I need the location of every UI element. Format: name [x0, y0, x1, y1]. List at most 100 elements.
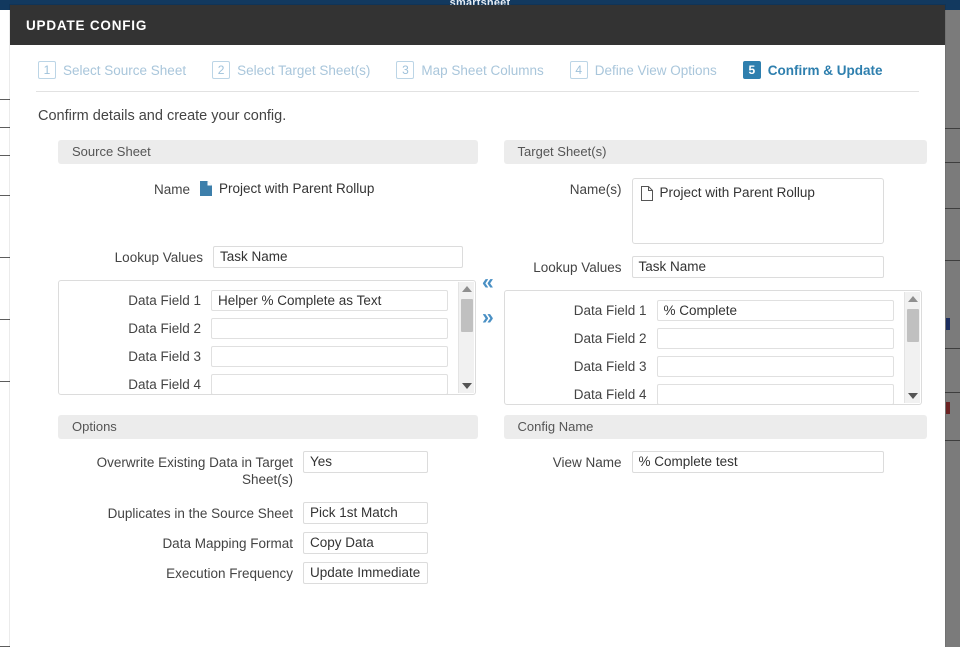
- source-data-field-1-label: Data Field 1: [128, 293, 201, 308]
- background-grid-line: [945, 348, 960, 349]
- source-name-label: Name: [153, 182, 190, 197]
- step-define-view-options[interactable]: 4 Define View Options: [569, 61, 717, 79]
- source-name-row: Name Project with Parent Rollup: [58, 178, 478, 198]
- step-label: Map Sheet Columns: [421, 62, 544, 78]
- step-select-source-sheet[interactable]: 1 Select Source Sheet: [38, 61, 186, 79]
- config-name-heading: Config Name: [503, 415, 927, 439]
- source-data-field-row: Data Field 2: [59, 311, 475, 339]
- target-data-field-row: Data Field 3: [505, 349, 921, 377]
- scroll-up-arrow-icon[interactable]: [459, 282, 475, 296]
- target-data-field-row: Data Field 1 % Complete: [505, 291, 921, 321]
- step-number: 3: [396, 61, 415, 79]
- option-row-mapping-format: Data Mapping Format Copy Data: [58, 532, 478, 554]
- source-lookup-input[interactable]: Task Name: [213, 246, 463, 268]
- target-sheet-heading: Target Sheet(s): [503, 140, 927, 164]
- option-mapping-format-input[interactable]: Copy Data: [303, 532, 428, 554]
- target-name-value: Project with Parent Rollup: [659, 185, 815, 200]
- target-data-field-4-input[interactable]: [656, 384, 894, 404]
- background-grid-line: [945, 260, 960, 261]
- step-number: 4: [569, 61, 588, 79]
- step-label: Select Source Sheet: [63, 62, 187, 78]
- lower-columns: Options Overwrite Existing Data in Targe…: [28, 405, 927, 584]
- target-name-label: Name(s): [569, 182, 622, 197]
- source-data-fields-panel: Data Field 1 Helper % Complete as Text D…: [58, 280, 476, 395]
- options-heading: Options: [58, 415, 478, 439]
- scrollbar-thumb[interactable]: [461, 299, 473, 332]
- target-data-field-row: Data Field 2: [505, 321, 921, 349]
- option-row-execution-frequency: Execution Frequency Update Immediate: [58, 562, 478, 584]
- chevron-double-right-icon[interactable]: »: [482, 307, 494, 328]
- option-execution-frequency-label: Execution Frequency: [166, 566, 293, 581]
- target-data-field-2-input[interactable]: [656, 328, 894, 349]
- config-name-column: Config Name View Name % Complete test: [478, 415, 927, 584]
- step-number: 2: [212, 61, 231, 79]
- wizard-stepper: 1 Select Source Sheet 2 Select Target Sh…: [28, 45, 927, 91]
- target-lookup-input[interactable]: Task Name: [631, 256, 884, 278]
- target-data-field-row: Data Field 4: [505, 377, 921, 404]
- step-map-sheet-columns[interactable]: 3 Map Sheet Columns: [396, 61, 544, 79]
- update-config-modal: UPDATE CONFIG 1 Select Source Sheet 2 Se…: [10, 5, 945, 647]
- target-name-row: Name(s) Project with Parent Rollup: [504, 178, 927, 244]
- source-data-field-2-label: Data Field 2: [128, 321, 201, 336]
- target-data-field-1-label: Data Field 1: [573, 303, 647, 318]
- option-mapping-format-label: Data Mapping Format: [162, 536, 293, 551]
- target-data-field-3-input[interactable]: [656, 356, 894, 377]
- scrollbar-thumb[interactable]: [906, 309, 919, 342]
- background-grid-line: [945, 128, 960, 129]
- option-overwrite-input[interactable]: Yes: [303, 451, 428, 473]
- modal-title: UPDATE CONFIG: [26, 17, 148, 33]
- source-data-field-1-input[interactable]: Helper % Complete as Text: [211, 290, 448, 311]
- modal-header: UPDATE CONFIG: [10, 5, 945, 45]
- background-grid-line: [945, 208, 960, 209]
- target-data-fields-panel: Data Field 1 % Complete Data Field 2 Dat…: [503, 290, 922, 405]
- step-number: 1: [38, 61, 56, 79]
- step-label: Confirm & Update: [767, 62, 883, 78]
- source-sheet-heading: Source Sheet: [58, 140, 478, 164]
- target-data-field-3-label: Data Field 3: [573, 359, 647, 374]
- background-cell-mark: [946, 318, 950, 330]
- step-select-target-sheets[interactable]: 2 Select Target Sheet(s): [212, 61, 370, 79]
- source-data-field-row: Data Field 3: [59, 339, 475, 367]
- source-data-field-row: Data Field 1 Helper % Complete as Text: [59, 281, 475, 311]
- summary-columns: Source Sheet Name Project with Parent Ro…: [28, 134, 927, 405]
- source-data-field-4-input[interactable]: [211, 374, 448, 394]
- source-data-field-2-input[interactable]: [211, 318, 448, 339]
- background-grid-line: [945, 440, 960, 441]
- modal-body: 1 Select Source Sheet 2 Select Target Sh…: [10, 45, 945, 647]
- scroll-down-arrow-icon[interactable]: [459, 379, 475, 393]
- scroll-down-arrow-icon[interactable]: [905, 389, 921, 403]
- source-sheet-column: Source Sheet Name Project with Parent Ro…: [28, 140, 478, 405]
- background-grid-line: [945, 392, 960, 393]
- options-column: Options Overwrite Existing Data in Targe…: [28, 415, 478, 584]
- source-data-field-3-label: Data Field 3: [128, 349, 201, 364]
- target-data-fields-scrollbar[interactable]: [903, 292, 921, 403]
- step-label: Define View Options: [594, 62, 717, 78]
- step-confirm-and-update[interactable]: 5 Confirm & Update: [742, 61, 883, 79]
- view-name-input[interactable]: % Complete test: [631, 451, 884, 473]
- option-duplicates-input[interactable]: Pick 1st Match: [303, 502, 428, 524]
- scroll-up-arrow-icon[interactable]: [905, 292, 921, 306]
- option-row-duplicates: Duplicates in the Source Sheet Pick 1st …: [58, 502, 478, 524]
- intro-text: Confirm details and create your config.: [38, 108, 287, 124]
- source-lookup-row: Lookup Values Task Name: [58, 246, 478, 268]
- step-number: 5: [742, 61, 761, 79]
- source-data-field-3-input[interactable]: [211, 346, 448, 367]
- target-sheet-column: Target Sheet(s) Name(s) Project with Par…: [478, 140, 927, 405]
- source-name-value-wrap: Project with Parent Rollup: [200, 178, 374, 196]
- target-name-box[interactable]: Project with Parent Rollup: [631, 178, 884, 244]
- source-data-field-row: Data Field 4: [59, 367, 475, 394]
- view-name-row: View Name % Complete test: [504, 451, 927, 473]
- option-execution-frequency-input[interactable]: Update Immediate: [303, 562, 428, 584]
- chevron-double-left-icon[interactable]: «: [482, 272, 494, 293]
- target-data-field-2-label: Data Field 2: [573, 331, 647, 346]
- step-label: Select Target Sheet(s): [237, 62, 371, 78]
- target-data-field-1-input[interactable]: % Complete: [656, 300, 894, 321]
- target-lookup-row: Lookup Values Task Name: [504, 256, 927, 278]
- source-data-fields-scrollbar[interactable]: [458, 282, 474, 393]
- source-data-field-4-label: Data Field 4: [128, 377, 201, 392]
- option-overwrite-label: Overwrite Existing Data in Target Sheet(…: [96, 455, 293, 487]
- source-name-value: Project with Parent Rollup: [219, 181, 375, 196]
- option-duplicates-label: Duplicates in the Source Sheet: [107, 506, 293, 521]
- source-lookup-label: Lookup Values: [114, 250, 203, 265]
- target-data-field-4-label: Data Field 4: [573, 387, 647, 402]
